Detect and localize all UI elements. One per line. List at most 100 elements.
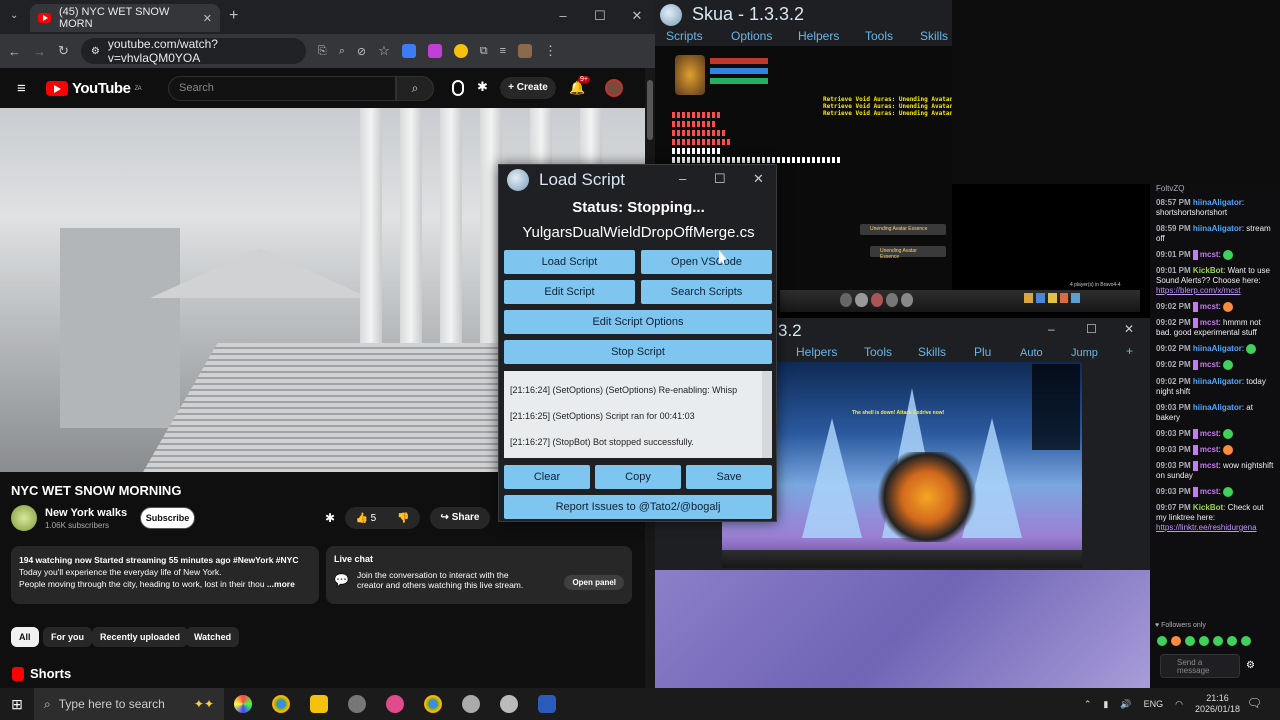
menu-icon[interactable] [1059, 293, 1069, 303]
menu-helpers[interactable]: Helpers [796, 345, 837, 359]
chat-link-suffix[interactable]: a [1252, 523, 1256, 532]
emote-icon[interactable] [1171, 636, 1181, 646]
chat-user[interactable]: hiinaAligator [1193, 344, 1242, 353]
install-icon[interactable]: ⎘ [318, 45, 327, 58]
stop-script-button[interactable]: Stop Script [504, 340, 772, 364]
microphone-icon[interactable] [452, 80, 464, 96]
menu-icon[interactable] [1024, 293, 1033, 303]
extension-gear-icon[interactable]: ✱ [477, 79, 488, 95]
menu-options[interactable]: Options [731, 29, 772, 43]
minimize-button[interactable]: – [1048, 322, 1055, 336]
chat-user[interactable]: mcst [1200, 445, 1219, 454]
chat-user[interactable]: hiinaAligator [1193, 403, 1242, 412]
site-info-icon[interactable]: ⚙ [91, 46, 100, 57]
open-panel-button[interactable]: Open panel [564, 575, 624, 590]
emote-icon[interactable] [1227, 636, 1237, 646]
edit-script-button[interactable]: Edit Script [504, 280, 635, 304]
extension-icon[interactable] [427, 44, 442, 58]
volume-icon[interactable]: 🔊 [1120, 699, 1131, 710]
chat-user[interactable]: mcst [1200, 361, 1219, 370]
save-button[interactable]: Save [686, 465, 772, 489]
menu-tools[interactable]: Tools [865, 29, 893, 43]
search-icon[interactable]: ⌕ [396, 76, 434, 101]
chat-link[interactable]: https://linktr.ee/reshidurgen [1156, 523, 1252, 532]
more-link[interactable]: ...more [267, 579, 295, 589]
create-button[interactable]: + Create [500, 77, 556, 99]
like-button[interactable]: 👍 5 [355, 513, 376, 524]
chat-user[interactable]: hiinaAligator [1193, 198, 1242, 207]
skill-icon[interactable] [870, 293, 883, 307]
extension-icon[interactable] [401, 44, 416, 58]
chat-user[interactable]: hiinaAligator [1193, 377, 1242, 386]
windows-start-icon[interactable]: ⊞ [0, 696, 34, 713]
maximize-button[interactable]: ☐ [1086, 322, 1097, 336]
new-tab-button[interactable]: + [229, 7, 238, 25]
chat-user[interactable]: mcst [1200, 250, 1219, 259]
eye-off-icon[interactable]: ⊘ [357, 45, 366, 58]
zoom-icon[interactable]: ⌕ [339, 45, 345, 58]
browser-menu-icon[interactable]: ⋮ [544, 43, 557, 59]
close-button[interactable]: ✕ [1124, 322, 1134, 336]
video-description[interactable]: 194 watching now Started streaming 55 mi… [11, 546, 319, 604]
chat-user[interactable]: mcst [1200, 487, 1219, 496]
youtube-search-input[interactable]: Search [168, 76, 396, 101]
chat-user[interactable]: mcst [1200, 429, 1219, 438]
tray-chevron-icon[interactable]: ⌃ [1084, 699, 1092, 710]
channel-name[interactable]: New York walks [45, 507, 127, 519]
menu-auto[interactable]: Auto [1020, 347, 1043, 359]
tab-close-icon[interactable]: ✕ [203, 12, 212, 25]
menu-tools[interactable]: Tools [864, 345, 892, 359]
media-icon[interactable]: ≡ [500, 45, 506, 57]
file-explorer-icon[interactable] [310, 695, 328, 713]
extension-icon[interactable]: ✱ [325, 511, 335, 525]
menu-skills[interactable]: Skills [920, 29, 948, 43]
subscribe-button[interactable]: Subscribe [140, 507, 195, 529]
minimize-button[interactable]: – [548, 8, 578, 23]
dislike-button[interactable]: 👎 [397, 513, 409, 524]
emote-icon[interactable] [1199, 636, 1209, 646]
tab-search-icon[interactable]: ⌄ [10, 10, 18, 21]
emote-icon[interactable] [1157, 636, 1167, 646]
language-indicator[interactable]: ENG [1144, 699, 1164, 709]
load-script-button[interactable]: Load Script [504, 250, 635, 274]
chat-user[interactable]: mcst [1200, 318, 1219, 327]
script-log[interactable]: [21:16:24] (SetOptions) (SetOptions) Re-… [504, 371, 772, 458]
chrome-icon[interactable] [272, 695, 290, 713]
skill-icon[interactable] [840, 293, 853, 307]
app-icon[interactable] [386, 695, 404, 713]
menu-skills[interactable]: Skills [918, 345, 946, 359]
report-issues-button[interactable]: Report Issues to @Tato2/@bogalj [504, 495, 772, 519]
copy-button[interactable]: Copy [595, 465, 681, 489]
forward-icon[interactable]: → [33, 44, 46, 59]
reload-icon[interactable]: ↻ [58, 43, 69, 59]
skill-icon[interactable] [885, 293, 898, 307]
youtube-logo[interactable]: YouTube ZA [46, 80, 142, 97]
app-icon[interactable] [500, 695, 518, 713]
wifi-icon[interactable]: ◠ [1175, 699, 1183, 710]
menu-icon[interactable] [1071, 293, 1080, 303]
channel-avatar[interactable] [11, 505, 37, 531]
menu-helpers[interactable]: Helpers [798, 29, 839, 43]
taskbar-search[interactable]: ⌕ Type here to search ✦✦ [34, 688, 224, 720]
user-avatar[interactable] [605, 79, 623, 97]
search-scripts-button[interactable]: Search Scripts [641, 280, 772, 304]
chat-settings-icon[interactable]: ⚙ [1246, 660, 1255, 671]
bookmark-star-icon[interactable]: ☆ [378, 43, 390, 59]
app-icon[interactable] [348, 695, 366, 713]
url-field[interactable]: ⚙ youtube.com/watch?v=vhvlaQM0YOA [80, 37, 306, 65]
maximize-button[interactable]: ☐ [585, 8, 615, 24]
chip-recently-uploaded[interactable]: Recently uploaded [92, 627, 189, 647]
emote-icon[interactable] [1241, 636, 1251, 646]
chat-user[interactable]: KickBot [1193, 266, 1223, 275]
menu-plugins[interactable]: Plu [974, 345, 991, 359]
extensions-puzzle-icon[interactable]: ⧉ [480, 45, 488, 58]
chat-user[interactable]: mcst [1200, 461, 1219, 470]
clock[interactable]: 21:16 2026/01/18 [1195, 693, 1240, 715]
close-button[interactable]: ✕ [622, 8, 652, 24]
skill-icon[interactable] [855, 293, 868, 307]
emote-icon[interactable] [1185, 636, 1195, 646]
edit-script-options-button[interactable]: Edit Script Options [504, 310, 772, 334]
chat-user[interactable]: hiinaAligator [1193, 224, 1242, 233]
tab-youtube[interactable]: (45) NYC WET SNOW MORN ✕ [30, 4, 220, 32]
back-icon[interactable]: ← [8, 44, 21, 59]
